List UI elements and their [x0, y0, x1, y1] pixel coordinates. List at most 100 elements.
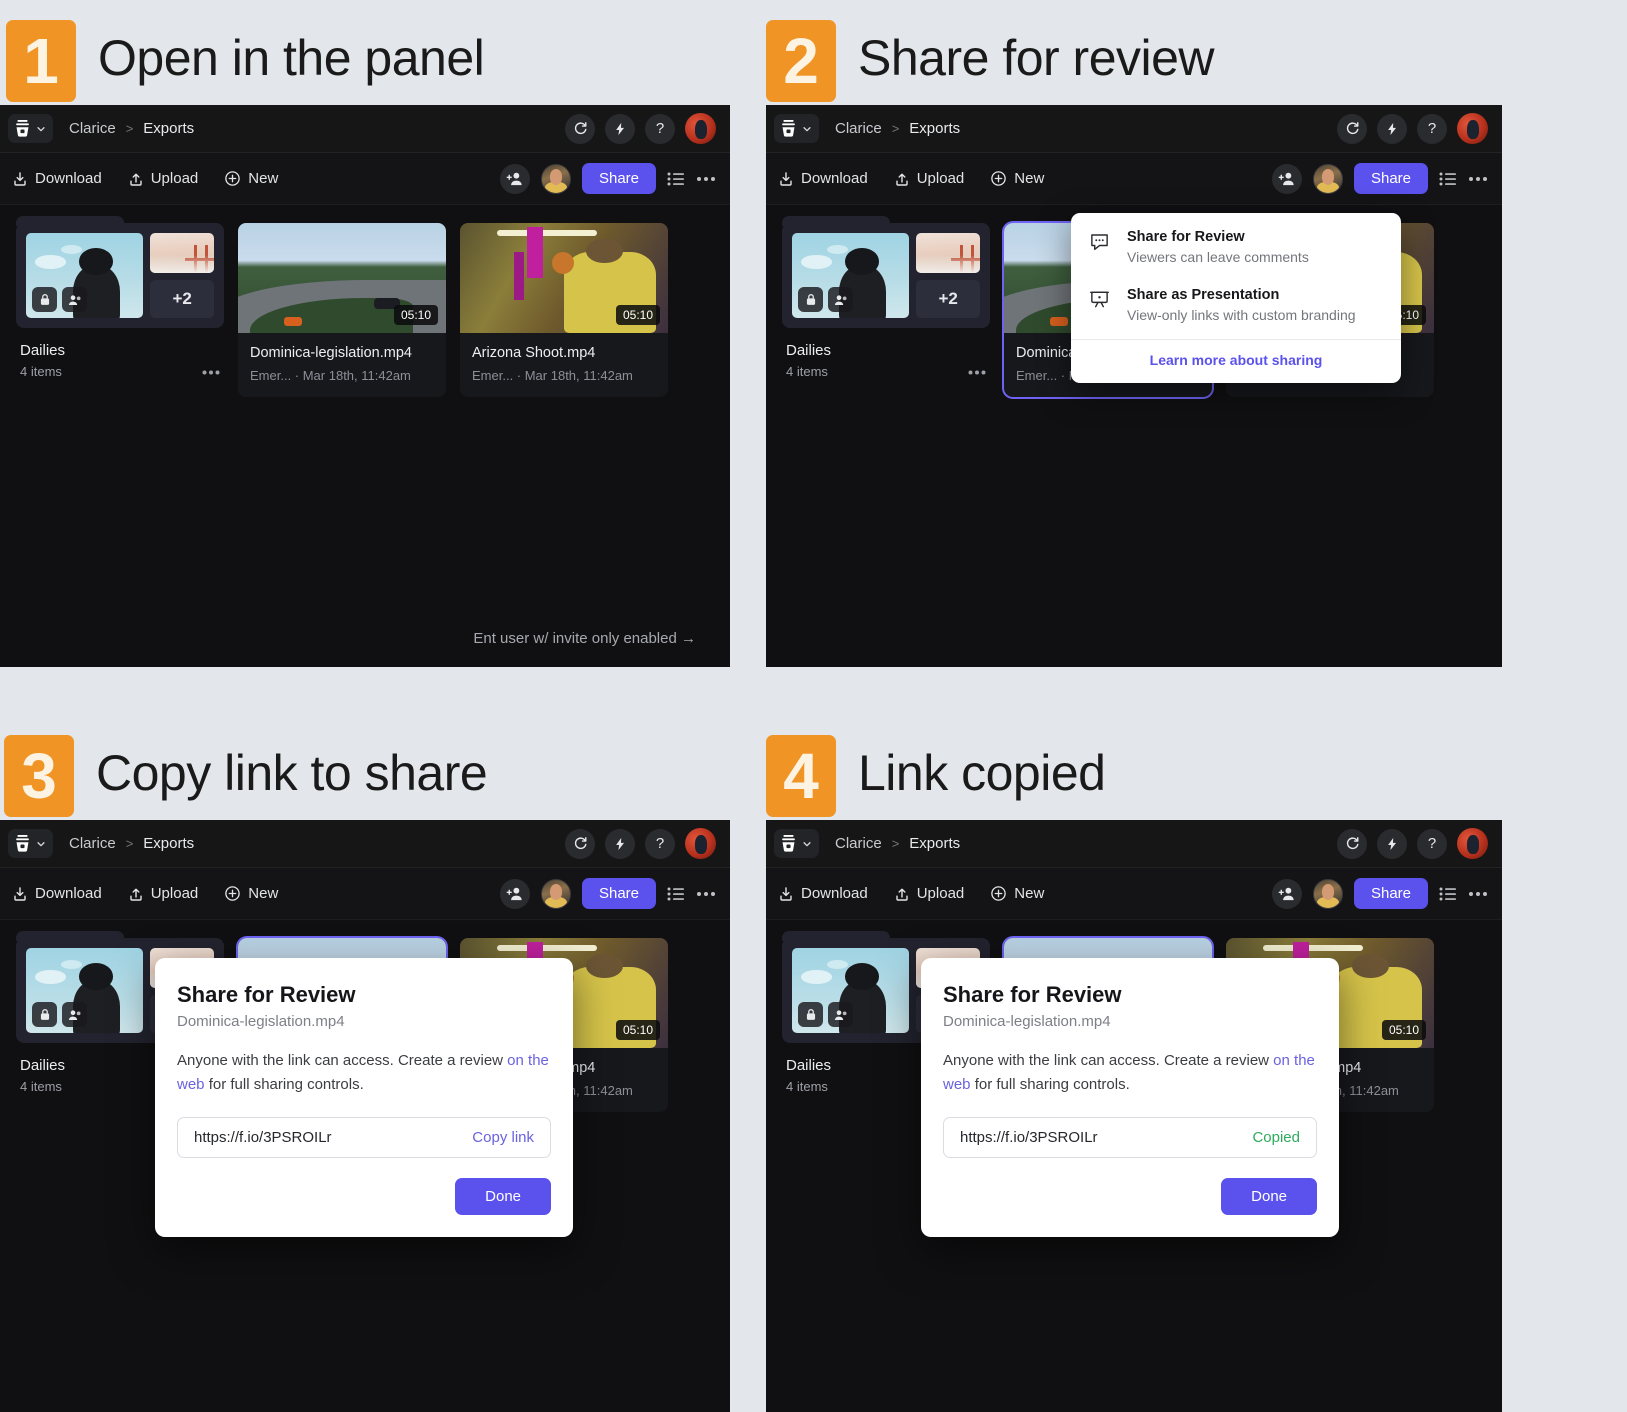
more-options-icon[interactable]: [202, 362, 220, 379]
user-avatar[interactable]: [1457, 113, 1488, 144]
lightning-icon[interactable]: [605, 113, 635, 144]
refresh-icon[interactable]: [1337, 113, 1367, 144]
share-button[interactable]: Share: [1353, 878, 1428, 909]
collaborator-avatar[interactable]: [540, 878, 571, 909]
menu-item-share-as-presentation[interactable]: Share as Presentation View-only links wi…: [1071, 275, 1401, 339]
dialog-actions: Done: [943, 1178, 1317, 1215]
more-options-icon[interactable]: [968, 362, 986, 379]
help-icon[interactable]: ?: [1417, 113, 1447, 144]
share-url[interactable]: https://f.io/3PSROILr: [194, 1129, 332, 1146]
upload-label: Upload: [916, 885, 965, 902]
workspace-switcher[interactable]: [774, 829, 819, 858]
new-button[interactable]: New: [990, 885, 1044, 902]
download-button[interactable]: Download: [778, 170, 868, 187]
user-avatar[interactable]: [685, 113, 716, 144]
folder-badges: [32, 287, 87, 312]
new-label: New: [1014, 885, 1045, 902]
breadcrumb-root[interactable]: Clarice: [69, 835, 116, 852]
refresh-icon[interactable]: [565, 113, 595, 144]
add-person-icon[interactable]: [1271, 163, 1302, 194]
more-options-icon[interactable]: [696, 176, 716, 182]
more-options-icon[interactable]: [696, 891, 716, 897]
workspace-switcher[interactable]: [8, 829, 53, 858]
share-button[interactable]: Share: [581, 878, 656, 909]
breadcrumb-root[interactable]: Clarice: [69, 120, 116, 137]
copy-link-button[interactable]: Copy link: [472, 1129, 534, 1146]
breadcrumb-current[interactable]: Exports: [143, 835, 194, 852]
help-icon[interactable]: ?: [645, 113, 675, 144]
breadcrumb-current[interactable]: Exports: [143, 120, 194, 137]
breadcrumb-root[interactable]: Clarice: [835, 835, 882, 852]
workspace-switcher[interactable]: [774, 114, 819, 143]
new-button[interactable]: New: [224, 170, 278, 187]
share-url[interactable]: https://f.io/3PSROILr: [960, 1129, 1098, 1146]
download-button[interactable]: Download: [778, 885, 868, 902]
help-icon[interactable]: ?: [1417, 828, 1447, 859]
app-window-1: Clarice > Exports ? Download Upload New …: [0, 105, 730, 667]
share-link-row: https://f.io/3PSROILr Copy link: [177, 1117, 551, 1158]
refresh-icon[interactable]: [1337, 828, 1367, 859]
step-4-header: 4 Link copied: [766, 715, 1502, 820]
lightning-icon[interactable]: [1377, 828, 1407, 859]
list-view-icon[interactable]: [1439, 886, 1457, 902]
add-person-icon[interactable]: [499, 878, 530, 909]
upload-button[interactable]: Upload: [128, 885, 198, 902]
user-avatar[interactable]: [1457, 828, 1488, 859]
topbar-actions: ?: [565, 828, 716, 859]
topbar-actions: ?: [1337, 113, 1488, 144]
breadcrumb-current[interactable]: Exports: [909, 120, 960, 137]
folder-card-dailies[interactable]: +2 Dailies 4 items: [782, 216, 990, 397]
list-view-icon[interactable]: [1439, 171, 1457, 187]
lightning-icon[interactable]: [1377, 113, 1407, 144]
upload-button[interactable]: Upload: [894, 885, 965, 902]
breadcrumb-root[interactable]: Clarice: [835, 120, 882, 137]
download-button[interactable]: Download: [12, 885, 102, 902]
done-button[interactable]: Done: [1221, 1178, 1317, 1215]
share-for-review-dialog: Share for Review Dominica-legislation.mp…: [921, 958, 1339, 1237]
topbar-actions: ?: [565, 113, 716, 144]
folder-thumbnails: +2: [26, 233, 214, 318]
lightning-icon[interactable]: [605, 828, 635, 859]
workspace-switcher[interactable]: [8, 114, 53, 143]
refresh-icon[interactable]: [565, 828, 595, 859]
actionbar-right: Share: [499, 878, 716, 909]
list-view-icon[interactable]: [667, 886, 685, 902]
share-button[interactable]: Share: [581, 163, 656, 194]
new-button[interactable]: New: [224, 885, 278, 902]
file-card-dominica[interactable]: 05:10 Dominica-legislation.mp4 Emer... ·…: [238, 223, 446, 397]
copied-status: Copied: [1252, 1129, 1300, 1146]
menu-item-subtitle: Viewers can leave comments: [1127, 249, 1309, 265]
new-button[interactable]: New: [990, 170, 1044, 187]
breadcrumb-current[interactable]: Exports: [909, 835, 960, 852]
share-button[interactable]: Share: [1353, 163, 1428, 194]
user-avatar[interactable]: [685, 828, 716, 859]
folder-thumbnail-primary: [26, 948, 144, 1033]
folder-card-dailies[interactable]: +2 Dailies 4 items: [16, 216, 224, 397]
breadcrumb-separator: >: [891, 836, 900, 851]
more-options-icon[interactable]: [1468, 176, 1488, 182]
done-button[interactable]: Done: [455, 1178, 551, 1215]
comment-bubble-icon: [1089, 231, 1111, 257]
folder-name: Dailies: [20, 342, 66, 359]
breadcrumb: Clarice > Exports: [835, 120, 960, 137]
collaborator-avatar[interactable]: [1312, 878, 1343, 909]
duration-badge: 05:10: [615, 1020, 660, 1040]
help-icon[interactable]: ?: [645, 828, 675, 859]
dialog-description: Anyone with the link can access. Create …: [177, 1049, 551, 1097]
lock-icon: [32, 287, 57, 312]
file-name: Dominica-legislation.mp4: [250, 345, 412, 361]
file-card-arizona[interactable]: 05:10 Arizona Shoot.mp4 Emer... · Mar 18…: [460, 223, 668, 397]
more-options-icon[interactable]: [1468, 891, 1488, 897]
upload-button[interactable]: Upload: [128, 170, 198, 187]
collaborator-avatar[interactable]: [1312, 163, 1343, 194]
upload-button[interactable]: Upload: [894, 170, 964, 187]
learn-more-link[interactable]: Learn more about sharing: [1150, 352, 1323, 368]
step-title: Open in the panel: [98, 29, 485, 86]
list-view-icon[interactable]: [667, 171, 685, 187]
add-person-icon[interactable]: [499, 163, 530, 194]
menu-item-share-for-review[interactable]: Share for Review Viewers can leave comme…: [1071, 213, 1401, 275]
collaborator-avatar[interactable]: [540, 163, 571, 194]
share-options-menu: Share for Review Viewers can leave comme…: [1071, 213, 1401, 383]
download-button[interactable]: Download: [12, 170, 102, 187]
add-person-icon[interactable]: [1271, 878, 1302, 909]
